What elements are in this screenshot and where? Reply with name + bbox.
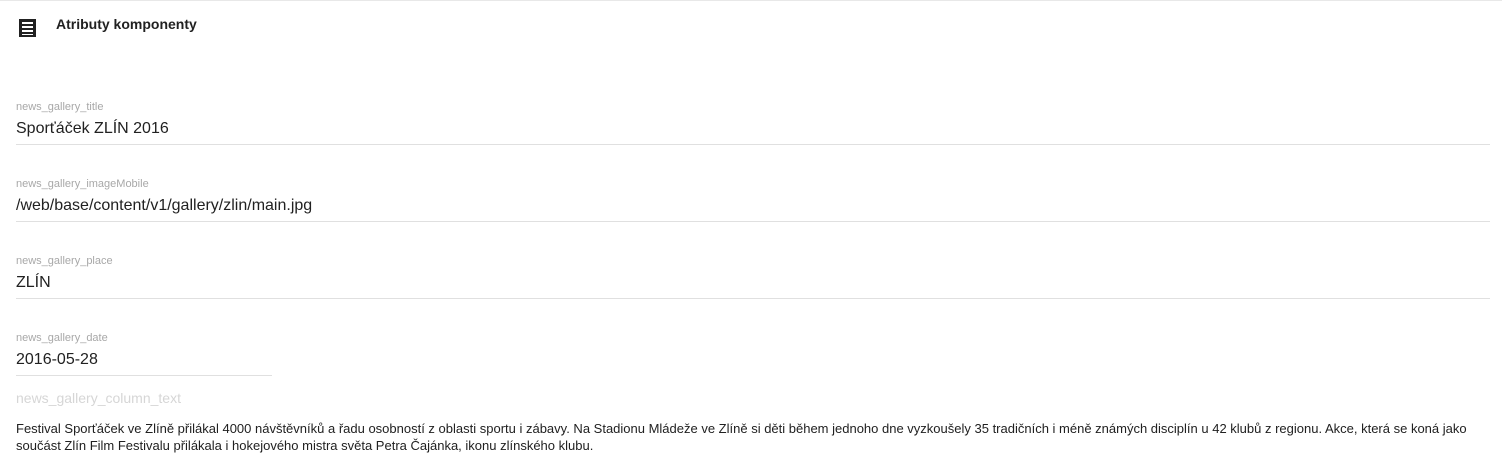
panel-title: Atributy komponenty: [56, 16, 197, 32]
column-text-label: news_gallery_column_text: [16, 390, 181, 406]
news-gallery-date-input[interactable]: [16, 349, 272, 376]
field-news-gallery-image-mobile: news_gallery_imageMobile: [16, 177, 1490, 222]
column-text-editor[interactable]: Festival Sporťáček ve Zlíně přilákal 400…: [16, 420, 1490, 454]
field-label: news_gallery_title: [16, 101, 104, 113]
news-gallery-title-input[interactable]: [16, 118, 1490, 145]
field-label: news_gallery_place: [16, 255, 113, 267]
top-divider: [0, 0, 1502, 1]
field-news-gallery-date: news_gallery_date: [16, 331, 272, 376]
panel-header: Atributy komponenty: [17, 16, 197, 40]
field-news-gallery-place: news_gallery_place: [16, 254, 1490, 299]
news-gallery-place-input[interactable]: [16, 272, 1490, 299]
field-label: news_gallery_imageMobile: [16, 178, 149, 190]
list-icon: [17, 17, 39, 39]
news-gallery-image-mobile-input[interactable]: [16, 195, 1490, 222]
field-label: news_gallery_date: [16, 332, 108, 344]
field-news-gallery-title: news_gallery_title: [16, 100, 1490, 145]
